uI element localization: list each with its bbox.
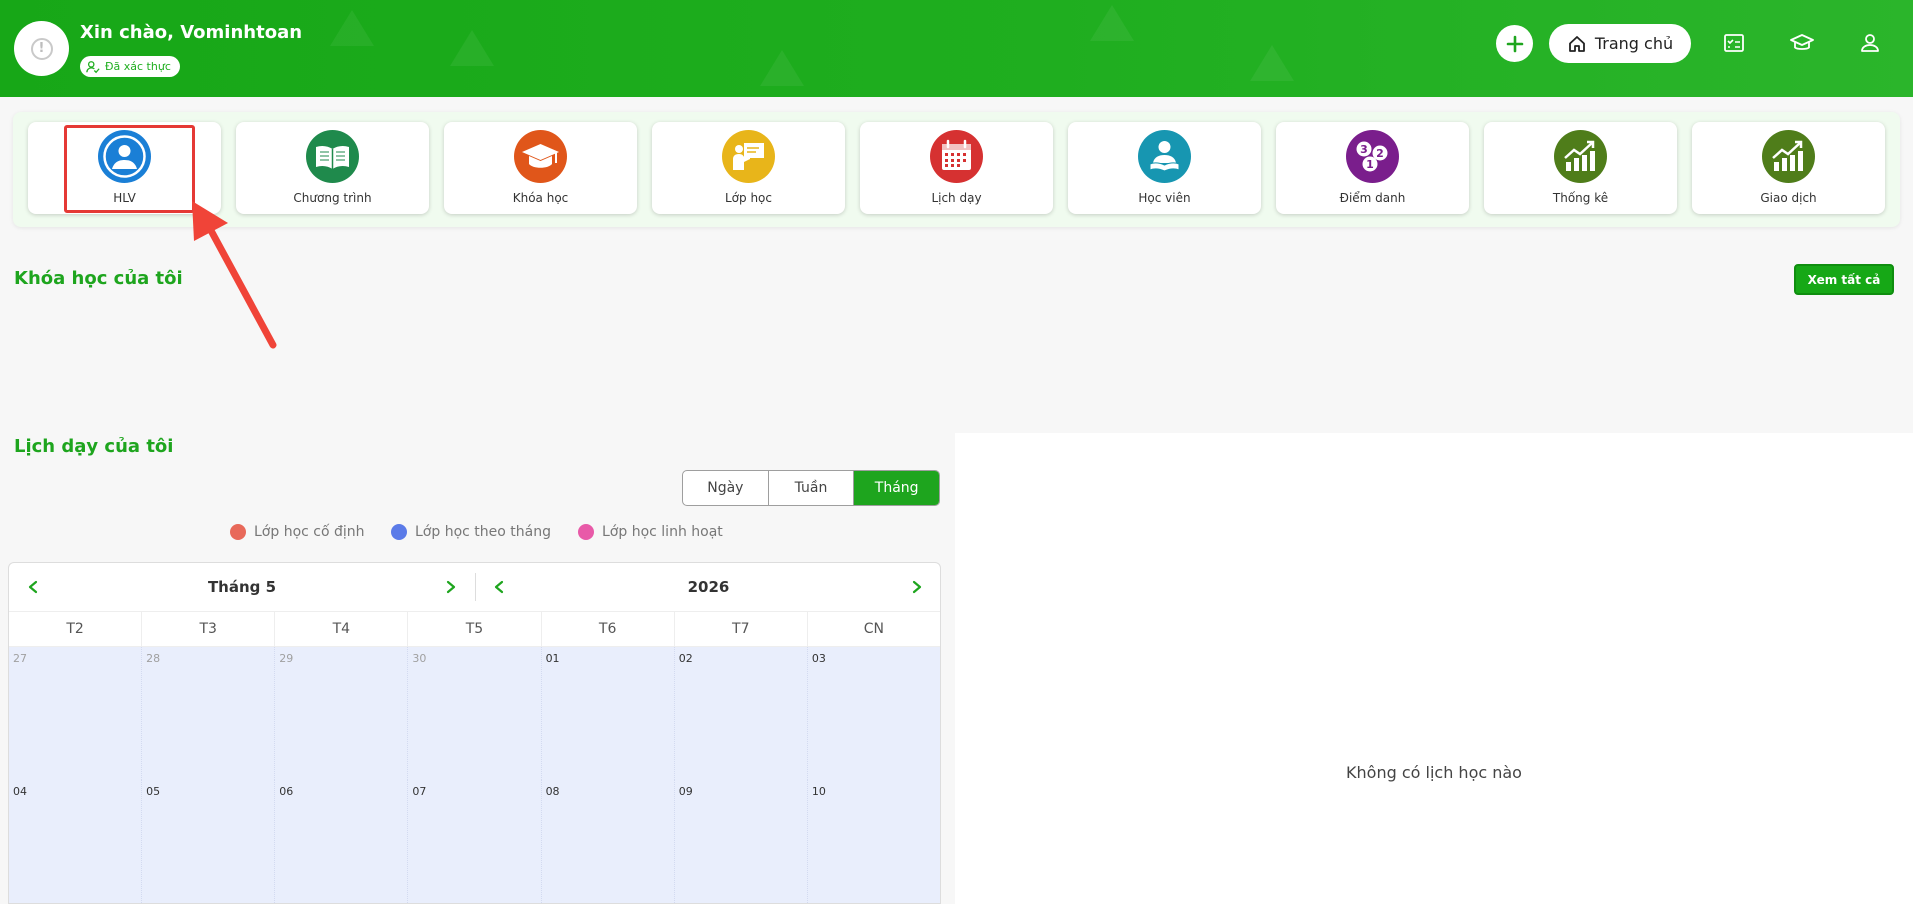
- user-check-icon: [86, 60, 100, 73]
- next-month-chevron-icon[interactable]: [441, 577, 461, 597]
- legend-item-fixed: Lớp học cố định: [230, 524, 365, 540]
- highlight-box: [64, 125, 195, 213]
- view-month-option[interactable]: Tháng: [854, 471, 939, 505]
- empty-schedule-message: Không có lịch học nào: [1346, 763, 1522, 782]
- calendar-day-cell[interactable]: 27: [9, 647, 143, 780]
- schedule-detail-panel: Không có lịch học nào: [955, 433, 1913, 904]
- weekday-label: T7: [675, 612, 808, 646]
- home-button[interactable]: Trang chủ: [1549, 24, 1691, 63]
- greeting-text: Xin chào, Vominhtoan: [80, 22, 303, 43]
- book-icon: [306, 130, 359, 183]
- add-button[interactable]: [1496, 25, 1533, 62]
- decor-shape: [330, 10, 374, 46]
- month-label: Tháng 5: [207, 578, 277, 596]
- checklist-icon[interactable]: [1721, 30, 1747, 56]
- menu-tile-lich-day[interactable]: Lịch dạy: [860, 122, 1053, 214]
- decor-shape: [1250, 45, 1294, 81]
- calendar-grid: 27 28 29 30 01 02 03 04 05 06 07 08 09 1…: [9, 647, 940, 903]
- calendar-icon: [930, 130, 983, 183]
- verified-label: Đã xác thực: [105, 60, 171, 73]
- legend-item-flexible: Lớp học linh hoạt: [578, 524, 723, 540]
- calendar-day-cell[interactable]: 05: [142, 780, 276, 903]
- alert-icon: !: [30, 37, 53, 60]
- see-all-button[interactable]: Xem tất cả: [1794, 264, 1894, 295]
- view-week-option[interactable]: Tuần: [769, 471, 855, 505]
- menu-tile-khoa-hoc[interactable]: Khóa học: [444, 122, 637, 214]
- calendar-day-cell[interactable]: 03: [808, 647, 940, 780]
- legend-label: Lớp học linh hoạt: [602, 524, 723, 540]
- graduation-cap-icon: [514, 130, 567, 183]
- graduation-cap-icon[interactable]: [1789, 30, 1815, 56]
- calendar-nav: Tháng 5 2026: [9, 563, 940, 611]
- user-profile-icon[interactable]: [1857, 30, 1883, 56]
- calendar-week-row: 27 28 29 30 01 02 03: [9, 647, 940, 780]
- legend-item-monthly: Lớp học theo tháng: [391, 524, 551, 540]
- weekday-label: T6: [542, 612, 675, 646]
- menu-tile-label: Giao dịch: [1760, 191, 1817, 205]
- calendar-day-cell[interactable]: 29: [275, 647, 409, 780]
- plus-icon: [1506, 35, 1523, 52]
- legend-dot: [578, 524, 594, 540]
- menu-tile-lop-hoc[interactable]: Lớp học: [652, 122, 845, 214]
- menu-tile-label: Điểm danh: [1339, 191, 1406, 205]
- attendance-numbers-icon: 3 2 1: [1346, 130, 1399, 183]
- weekday-header: T2 T3 T4 T5 T6 T7 CN: [9, 611, 940, 647]
- calendar-day-cell[interactable]: 07: [408, 780, 542, 903]
- menu-tile-label: Thống kê: [1552, 191, 1609, 205]
- menu-tile-hoc-vien[interactable]: Học viên: [1068, 122, 1261, 214]
- next-year-chevron-icon[interactable]: [907, 577, 927, 597]
- menu-tile-thong-ke[interactable]: Thống kê: [1484, 122, 1677, 214]
- menu-tile-giao-dich[interactable]: Giao dịch: [1692, 122, 1885, 214]
- menu-tile-diem-danh[interactable]: 3 2 1 Điểm danh: [1276, 122, 1469, 214]
- menu-tile-label: Lớp học: [724, 191, 772, 205]
- legend-dot: [391, 524, 407, 540]
- growth-chart-icon: [1554, 130, 1607, 183]
- calendar-day-cell[interactable]: 09: [675, 780, 808, 903]
- weekday-label: T3: [142, 612, 276, 646]
- avatar[interactable]: !: [14, 21, 69, 76]
- home-icon: [1568, 35, 1585, 52]
- calendar-day-cell[interactable]: 02: [675, 647, 808, 780]
- weekday-label: T2: [9, 612, 143, 646]
- calendar-day-cell[interactable]: 10: [808, 780, 940, 903]
- svg-text:3: 3: [1360, 143, 1368, 156]
- transaction-chart-icon: [1762, 130, 1815, 183]
- calendar-day-cell[interactable]: 01: [542, 647, 675, 780]
- decor-shape: [760, 50, 804, 86]
- decor-shape: [1090, 5, 1134, 41]
- calendar-day-cell[interactable]: 28: [142, 647, 276, 780]
- menu-tile-label: Học viên: [1138, 191, 1191, 205]
- calendar-week-row: 04 05 06 07 08 09 10: [9, 780, 940, 903]
- year-label: 2026: [687, 578, 730, 596]
- menu-tile-label: Lịch dạy: [931, 191, 982, 205]
- calendar-day-cell[interactable]: 06: [275, 780, 409, 903]
- calendar-day-cell[interactable]: 30: [408, 647, 542, 780]
- view-toggle: Ngày Tuần Tháng: [682, 470, 940, 506]
- annotation-arrow: [192, 201, 277, 349]
- home-label: Trang chủ: [1594, 34, 1674, 53]
- legend-dot: [230, 524, 246, 540]
- calendar-day-cell[interactable]: 04: [9, 780, 143, 903]
- my-courses-title: Khóa học của tôi: [14, 268, 183, 289]
- top-header: ! Xin chào, Vominhtoan Đã xác thực Trang…: [0, 0, 1913, 97]
- verified-badge: Đã xác thực: [80, 56, 180, 77]
- student-reading-icon: [1138, 130, 1191, 183]
- teacher-board-icon: [722, 130, 775, 183]
- calendar-day-cell[interactable]: 08: [542, 780, 675, 903]
- menu-tile-label: Khóa học: [512, 191, 569, 205]
- weekday-label: T5: [408, 612, 542, 646]
- my-schedule-title: Lịch dạy của tôi: [14, 436, 174, 457]
- legend-label: Lớp học cố định: [254, 524, 365, 540]
- weekday-label: T4: [275, 612, 409, 646]
- legend-label: Lớp học theo tháng: [415, 524, 551, 540]
- view-day-option[interactable]: Ngày: [683, 471, 769, 505]
- month-calendar: Tháng 5 2026 T2 T3 T4 T5 T6 T7 CN 27 28 …: [8, 562, 941, 904]
- svg-text:2: 2: [1376, 147, 1384, 160]
- feature-menu: HLV Chương trình Khóa học Lớp học Lịch d…: [13, 112, 1900, 227]
- decor-shape: [450, 30, 494, 66]
- weekday-label: CN: [863, 621, 885, 637]
- svg-text:1: 1: [1366, 158, 1374, 171]
